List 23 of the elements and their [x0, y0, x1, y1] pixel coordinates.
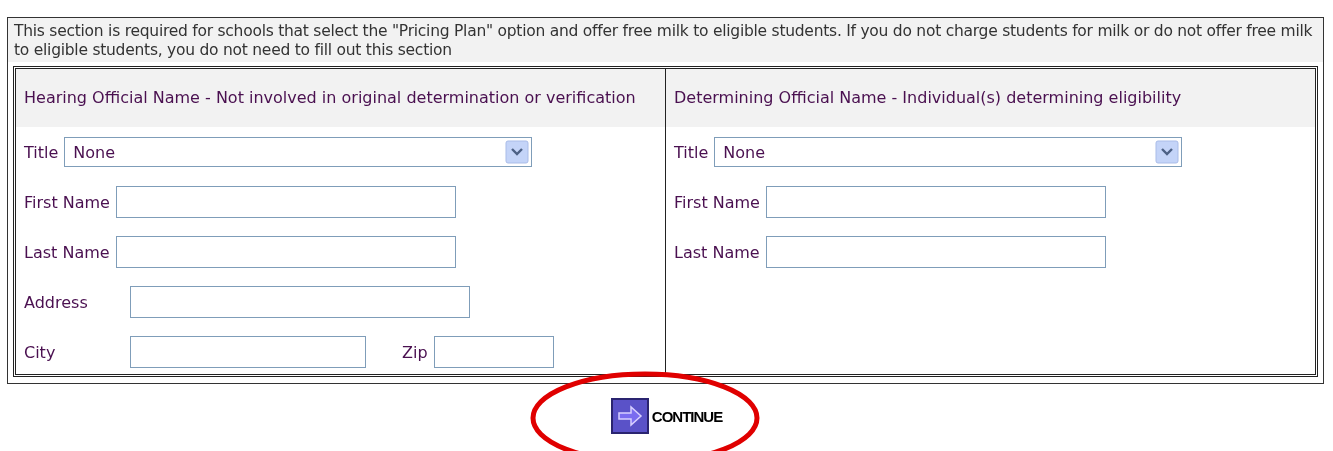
field-label: City: [24, 342, 57, 362]
dropdown-icon: [505, 140, 530, 164]
field-label: First Name: [24, 192, 110, 212]
text-field[interactable]: [765, 236, 1106, 268]
title-select[interactable]: None: [714, 137, 1183, 167]
column-heading: Determining Official Name - Individual(s) determining eligibility: [666, 69, 1315, 127]
title-select[interactable]: None: [64, 137, 533, 167]
text-field[interactable]: [765, 186, 1106, 218]
field-label: Title: [24, 142, 59, 162]
field-label: First Name: [674, 192, 760, 212]
field-label: Zip: [402, 342, 428, 362]
field-label: Last Name: [674, 242, 760, 262]
section-note: This section is required for schools that select the "Pricing Plan" option and offer free milk to eligible students. If you do not charge students for milk or do not offer free milk to eligible students, you do not need to fill out this section: [8, 18, 1323, 62]
column-heading: Hearing Official Name - Not involved in original determination or verification: [16, 69, 665, 127]
field-label: Title: [674, 142, 709, 162]
text-field[interactable]: [433, 336, 554, 368]
text-field[interactable]: [130, 286, 470, 318]
text-field[interactable]: [130, 336, 366, 368]
text-field[interactable]: [115, 236, 456, 268]
text-field[interactable]: [115, 186, 456, 218]
dropdown-icon: [1155, 140, 1180, 164]
field-label: Address: [24, 292, 89, 312]
field-label: Last Name: [24, 242, 110, 262]
